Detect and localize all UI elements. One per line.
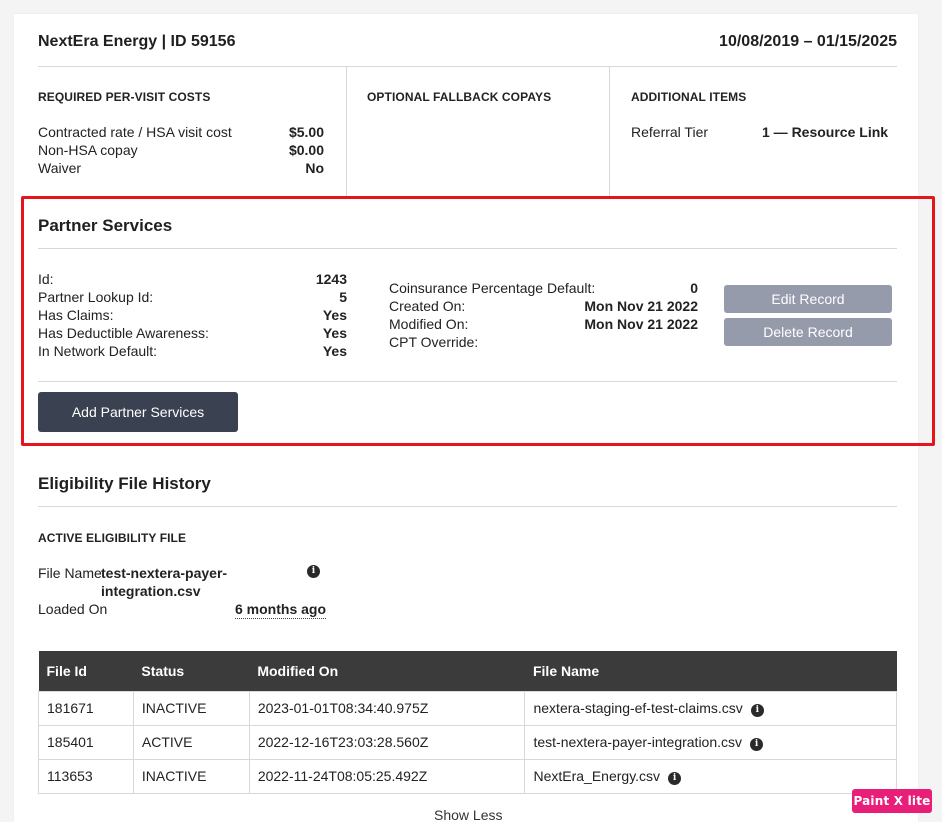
partner-field-label: In Network Default:: [38, 343, 158, 359]
loaded-on-label: Loaded On: [38, 601, 108, 617]
partner-field-label: Has Claims:: [38, 307, 114, 323]
info-icon[interactable]: i: [307, 565, 320, 578]
partner-field-value: 1243: [315, 271, 347, 287]
file-id-cell: 185401: [38, 724, 134, 760]
column-divider: [609, 66, 610, 196]
column-divider: [346, 66, 347, 196]
paint-x-lite-badge: Paint X lite: [852, 789, 932, 813]
modified-on-cell: 2023-01-01T08:34:40.975Z: [248, 690, 526, 726]
status-cell: ACTIVE: [132, 724, 250, 760]
info-icon[interactable]: i: [668, 771, 682, 785]
active-eligibility-heading: ACTIVE ELIGIBILITY FILE: [38, 531, 187, 545]
referral-tier-label: Referral Tier: [631, 124, 709, 140]
column-header-file-id[interactable]: File Id: [38, 651, 134, 691]
divider: [38, 248, 897, 249]
additional-items-heading: ADDITIONAL ITEMS: [631, 90, 747, 104]
cost-label: Contracted rate / HSA visit cost: [38, 124, 232, 140]
partner-field-value: 0: [690, 280, 698, 296]
optional-copays-heading: OPTIONAL FALLBACK COPAYS: [367, 90, 552, 104]
show-less-link[interactable]: Show Less: [434, 807, 502, 822]
partner-field-value: Yes: [322, 343, 347, 359]
cost-label: Waiver: [38, 160, 82, 176]
file-name-text: nextera-staging-ef-test-claims.csv: [533, 699, 743, 716]
eligibility-files-table: File Id Status Modified On File Name 181…: [38, 651, 897, 794]
partner-field-label: CPT Override:: [389, 334, 479, 350]
file-id-cell: 181671: [38, 690, 134, 726]
modified-on-cell: 2022-11-24T08:05:25.492Z: [248, 758, 526, 794]
partner-field-label: Created On:: [389, 298, 466, 314]
edit-record-button[interactable]: Edit Record: [724, 285, 892, 313]
modified-on-cell: 2022-12-16T23:03:28.560Z: [248, 724, 526, 760]
file-name-value: integration.csv: [101, 583, 201, 599]
divider: [38, 381, 897, 382]
column-header-status[interactable]: Status: [133, 651, 250, 691]
partner-field-label: Has Deductible Awareness:: [38, 325, 209, 341]
divider: [38, 506, 897, 507]
file-id-cell: 113653: [38, 758, 134, 794]
cost-value: No: [305, 160, 324, 176]
partner-services-title: Partner Services: [38, 216, 173, 235]
loaded-on-value[interactable]: 6 months ago: [235, 601, 327, 619]
partner-field-value: Yes: [322, 307, 347, 323]
table-header-row: File Id Status Modified On File Name: [38, 651, 897, 691]
cost-value: $0.00: [288, 142, 324, 158]
info-icon[interactable]: i: [750, 703, 764, 717]
file-name-label: File Name: [38, 565, 102, 581]
partner-field-value: Yes: [322, 325, 347, 341]
column-header-modified-on[interactable]: Modified On: [249, 651, 525, 691]
file-name-text: test-nextera-payer-integration.csv: [533, 733, 743, 750]
partner-field-label: Modified On:: [389, 316, 469, 332]
status-cell: INACTIVE: [132, 690, 250, 726]
table-row: 181671 INACTIVE 2023-01-01T08:34:40.975Z…: [38, 690, 897, 726]
cost-label: Non-HSA copay: [38, 142, 138, 158]
delete-record-button[interactable]: Delete Record: [724, 318, 892, 346]
column-header-file-name[interactable]: File Name: [524, 651, 897, 691]
status-cell: INACTIVE: [132, 758, 250, 794]
client-detail-card: NextEra Energy | ID 59156 10/08/2019 – 0…: [14, 14, 918, 822]
partner-field-label: Id:: [38, 271, 54, 287]
referral-tier-value: 1 — Resource Link: [762, 124, 889, 140]
partner-field-value: Mon Nov 21 2022: [584, 316, 698, 332]
required-costs-heading: REQUIRED PER-VISIT COSTS: [38, 90, 211, 104]
divider: [38, 66, 897, 67]
cost-value: $5.00: [288, 124, 324, 140]
company-title: NextEra Energy | ID 59156: [38, 33, 236, 50]
add-partner-services-button[interactable]: Add Partner Services: [38, 392, 238, 432]
date-range: 10/08/2019 – 01/15/2025: [719, 33, 897, 50]
info-icon[interactable]: i: [750, 737, 764, 751]
file-name-text: NextEra_Energy.csv: [533, 767, 661, 784]
partner-field-label: Partner Lookup Id:: [38, 289, 154, 305]
partner-field-value: 5: [339, 289, 347, 305]
file-name-value: test-nextera-payer-: [101, 565, 228, 581]
table-row: 185401 ACTIVE 2022-12-16T23:03:28.560Z t…: [38, 724, 897, 760]
partner-field-value: Mon Nov 21 2022: [584, 298, 698, 314]
eligibility-history-title: Eligibility File History: [38, 474, 211, 493]
file-name-cell: test-nextera-payer-integration.csv i: [524, 724, 897, 760]
partner-field-label: Coinsurance Percentage Default:: [389, 280, 596, 296]
file-name-cell: NextEra_Energy.csv i: [524, 758, 897, 794]
file-name-cell: nextera-staging-ef-test-claims.csv i: [524, 690, 897, 726]
table-row: 113653 INACTIVE 2022-11-24T08:05:25.492Z…: [38, 758, 897, 794]
